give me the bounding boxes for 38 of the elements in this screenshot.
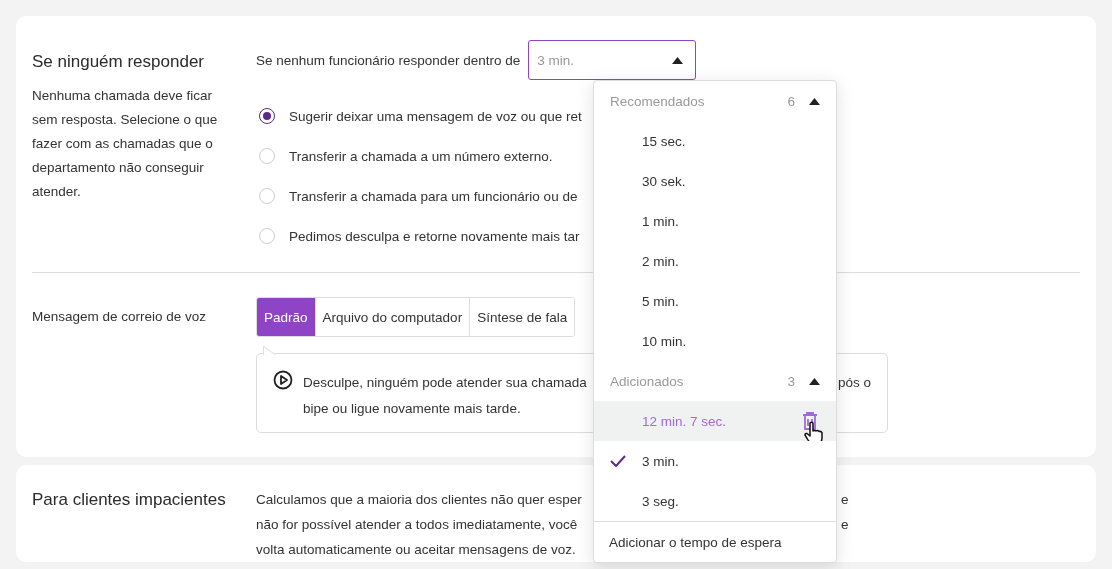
menu-item[interactable]: 1 min. xyxy=(594,201,836,241)
menu-item[interactable]: 2 min. xyxy=(594,241,836,281)
caret-icon[interactable] xyxy=(672,56,684,64)
section-description: Nenhuma chamada deve ficar sem resposta. Selecione o que fazer com as chamadas que o departamento não conseguir atender. xyxy=(32,87,219,201)
group-header: Recomendados xyxy=(610,93,705,109)
group-header: Adicionados xyxy=(610,373,684,389)
section-title: Se ninguém responder xyxy=(32,52,205,72)
tab[interactable]: Síntese de fala xyxy=(469,298,575,336)
caret-icon[interactable] xyxy=(809,97,820,105)
paragraph-text: e xyxy=(841,516,849,534)
message-text: bipe ou ligue novamente mais tarde. xyxy=(303,400,522,418)
paragraph-text: não for possível atender a todos imediatamente, você xyxy=(256,516,579,534)
message-text: pós o xyxy=(838,374,872,392)
group-count: 3 xyxy=(787,373,795,389)
paragraph-text: e xyxy=(841,491,849,509)
caret-icon[interactable] xyxy=(809,377,820,385)
menu-item[interactable]: 30 sek. xyxy=(594,161,836,201)
trash-icon[interactable] xyxy=(803,412,817,430)
play-icon[interactable] xyxy=(273,370,293,390)
tab[interactable]: Padrão xyxy=(257,298,315,336)
option-label: Sugerir deixar uma mensagem de voz ou que ret xyxy=(289,108,582,124)
paragraph-text: volta automaticamente ou aceitar mensagens de voz. xyxy=(256,541,577,559)
timeout-label: Se nenhum funcionário responder dentro de xyxy=(256,52,521,68)
menu-item[interactable]: 5 min. xyxy=(594,281,836,321)
menu-item[interactable]: 10 min. xyxy=(594,321,836,361)
check-icon xyxy=(610,455,626,467)
option-label: Transferir a chamada para um funcionário ou de xyxy=(289,188,578,204)
add-wait-time-button[interactable]: Adicionar o tempo de espera xyxy=(594,521,836,562)
voicemail-label: Mensagem de correio de voz xyxy=(32,308,208,326)
section-title: Para clientes impacientes xyxy=(32,489,227,511)
message-text: Desculpe, ninguém pode atender sua chamada xyxy=(303,374,588,392)
menu-item[interactable]: 15 sec. xyxy=(594,121,836,161)
menu-item[interactable]: 3 min. xyxy=(594,441,836,481)
option-label: Transferir a chamada a um número externo. xyxy=(289,148,553,164)
option-label: Pedimos desculpa e retorne novamente mais tar xyxy=(289,228,580,244)
group-count: 6 xyxy=(787,93,795,109)
menu-item[interactable]: 3 seg. xyxy=(594,481,836,521)
paragraph-text: Calculamos que a maioria dos clientes não quer esper xyxy=(256,491,583,509)
